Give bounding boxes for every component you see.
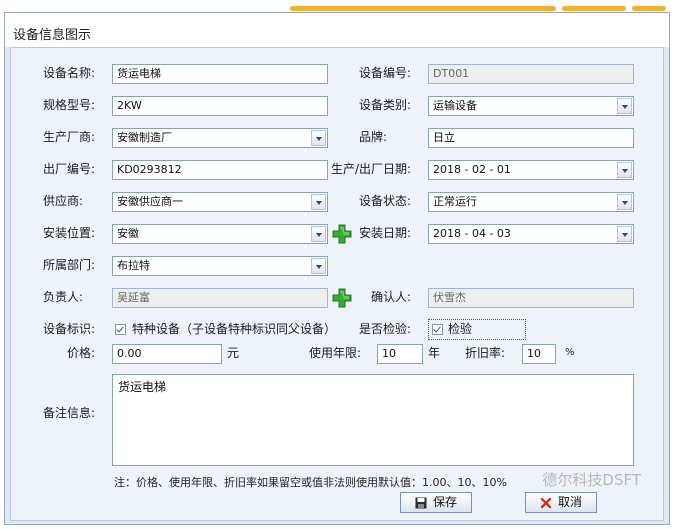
install-date-label: 安装日期: (359, 226, 412, 240)
inspection-checkbox[interactable] (432, 324, 443, 335)
confirmer-input[interactable]: 伏雪杰 (428, 288, 634, 308)
remarks-label: 备注信息: (43, 406, 96, 420)
department-select[interactable]: 布拉特 (112, 256, 328, 276)
department-value: 布拉特 (117, 259, 150, 272)
confirmer-label: 确认人: (371, 290, 412, 304)
production-date-label: 生产/出厂日期: (331, 162, 412, 176)
device-status-label: 设备状态: (359, 194, 412, 208)
special-device-checkbox[interactable] (115, 324, 126, 335)
device-status-select[interactable]: 正常运行 (428, 192, 634, 212)
price-input[interactable]: 0.00 (112, 344, 222, 364)
add-location-plus-icon[interactable] (332, 224, 352, 244)
production-date-value: 2018 - 02 - 01 (433, 163, 511, 176)
department-label: 所属部门: (43, 258, 96, 272)
depreciation-input[interactable]: 10 (522, 344, 556, 364)
add-person-plus-icon[interactable] (332, 288, 352, 308)
device-name-label: 设备名称: (43, 66, 96, 80)
service-years-label: 使用年限: (309, 346, 362, 360)
install-location-label: 安装位置: (43, 226, 96, 240)
install-location-select[interactable]: 安徽 (112, 224, 328, 244)
manufacturer-select[interactable]: 安徽制造厂 (112, 128, 328, 148)
install-location-value: 安徽 (117, 227, 139, 240)
spec-model-label: 规格型号: (43, 98, 96, 112)
chevron-down-icon[interactable] (617, 194, 632, 210)
install-date-picker[interactable]: 2018 - 04 - 03 (428, 224, 634, 244)
device-category-value: 运输设备 (433, 99, 477, 112)
orange-accent-bar (562, 6, 626, 11)
cancel-button[interactable]: 取消 (525, 492, 597, 513)
supplier-label: 供应商: (43, 194, 84, 208)
manufacturer-label: 生产厂商: (43, 130, 96, 144)
orange-accent-bar (290, 6, 556, 11)
supplier-value: 安徽供应商一 (117, 195, 183, 208)
remarks-textarea[interactable]: 货运电梯 (112, 374, 634, 466)
save-button-label: 保存 (432, 495, 457, 509)
factory-number-label: 出厂编号: (43, 162, 96, 176)
device-status-value: 正常运行 (433, 195, 477, 208)
form-panel: 设备名称: 货运电梯 设备编号: DT001 规格型号: 2KW 设备类别: 运… (10, 47, 664, 521)
device-category-label: 设备类别: (359, 98, 412, 112)
window-title: 设备信息图示 (13, 28, 92, 43)
chevron-down-icon[interactable] (617, 98, 632, 114)
brand-input[interactable]: 日立 (428, 128, 634, 148)
chevron-down-icon[interactable] (617, 226, 632, 242)
factory-number-input[interactable]: KD0293812 (112, 160, 328, 180)
service-years-unit: 年 (428, 346, 441, 360)
device-category-select[interactable]: 运输设备 (428, 96, 634, 116)
manufacturer-value: 安徽制造厂 (117, 131, 172, 144)
chevron-down-icon[interactable] (311, 130, 326, 146)
special-device-checkbox-label: 特种设备（子设备特种标识同父设备） (132, 322, 337, 336)
chevron-down-icon[interactable] (311, 258, 326, 274)
save-button[interactable]: 保存 (400, 492, 472, 513)
watermark-text: 德尔科技DSFT (542, 471, 641, 489)
brand-label: 品牌: (359, 130, 388, 144)
inspection-label: 是否检验: (359, 322, 412, 336)
person-in-charge-label: 负责人: (43, 290, 84, 304)
person-in-charge-input[interactable]: 吴延富 (112, 288, 328, 308)
device-code-input[interactable]: DT001 (428, 64, 634, 84)
device-name-input[interactable]: 货运电梯 (112, 64, 328, 84)
depreciation-label: 折旧率: (465, 346, 506, 360)
orange-accent-bar (632, 6, 666, 11)
inspection-checkbox-label: 检验 (448, 322, 473, 336)
chevron-down-icon[interactable] (311, 194, 326, 210)
cancel-button-label: 取消 (557, 495, 582, 509)
device-info-window: 设备信息图示 设备名称: 货运电梯 设备编号: DT001 规格型号: 2KW … (4, 12, 670, 525)
price-unit: 元 (227, 346, 240, 360)
cancel-x-icon (540, 497, 552, 508)
production-date-picker[interactable]: 2018 - 02 - 01 (428, 160, 634, 180)
supplier-select[interactable]: 安徽供应商一 (112, 192, 328, 212)
depreciation-unit: % (565, 347, 575, 358)
price-label: 价格: (67, 346, 96, 360)
service-years-input[interactable]: 10 (377, 344, 423, 364)
install-date-value: 2018 - 04 - 03 (433, 227, 511, 240)
device-mark-label: 设备标识: (43, 322, 96, 336)
chevron-down-icon[interactable] (311, 226, 326, 242)
chevron-down-icon[interactable] (617, 162, 632, 178)
device-code-label: 设备编号: (359, 66, 412, 80)
title-area: 设备信息图示 (5, 13, 669, 47)
floppy-disk-icon (415, 497, 427, 508)
spec-model-input[interactable]: 2KW (112, 96, 328, 116)
defaults-note: 注：价格、使用年限、折旧率如果留空或值非法则使用默认值：1.00、10、10% (114, 476, 507, 489)
